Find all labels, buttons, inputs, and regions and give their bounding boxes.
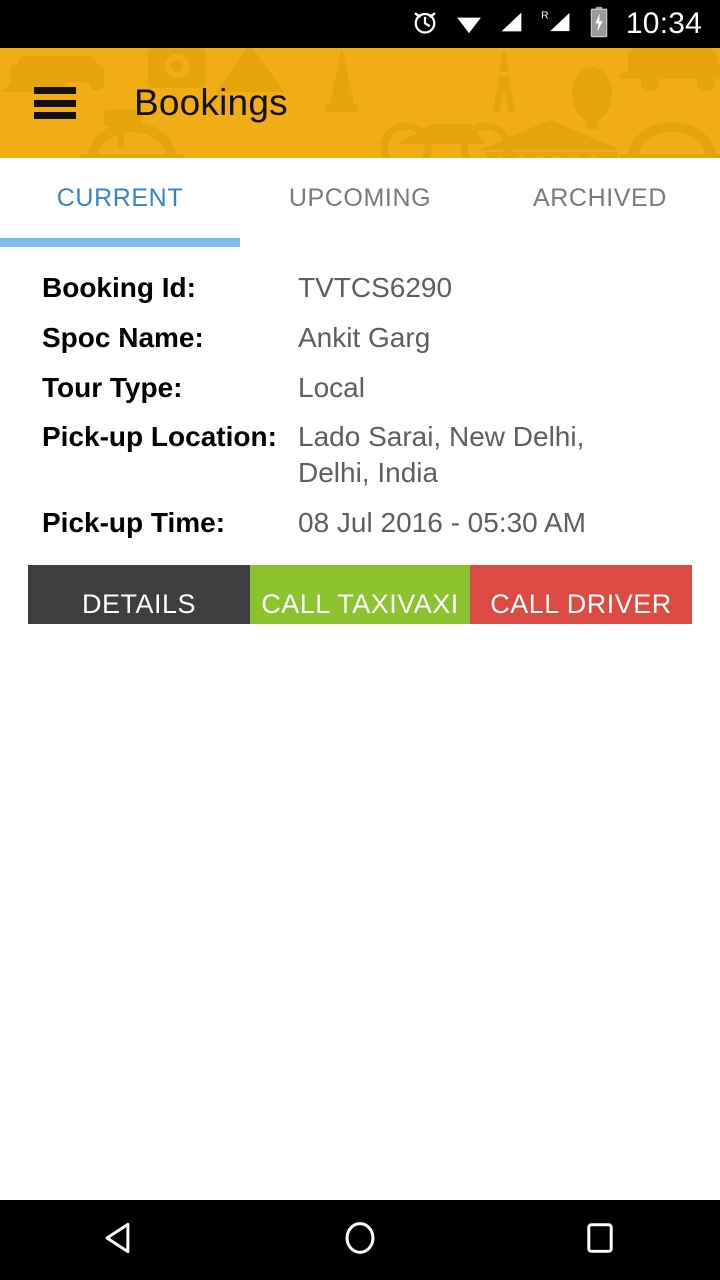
phone-screen: R 10:34 Bookings CURRENT UPCOMING ARCHIV…	[0, 0, 720, 1280]
recents-square-icon	[579, 1217, 621, 1264]
tab-current[interactable]: CURRENT	[0, 158, 240, 238]
status-bar-icons: R	[410, 6, 610, 43]
back-triangle-icon	[99, 1217, 141, 1264]
tab-archived[interactable]: ARCHIVED	[480, 158, 720, 238]
pickup-time-value: 08 Jul 2016 - 05:30 AM	[298, 507, 586, 539]
booking-id-label: Booking Id:	[42, 272, 196, 303]
wifi-icon	[454, 7, 484, 42]
tour-type-value: Local	[298, 371, 365, 403]
booking-row-spoc: Spoc Name: Ankit Garg	[42, 320, 692, 356]
booking-card: Booking Id: TVTCS6290 Spoc Name: Ankit G…	[0, 248, 720, 645]
nav-back-button[interactable]	[60, 1200, 180, 1280]
alarm-clock-icon	[410, 7, 440, 42]
app-bar: Bookings	[0, 48, 720, 158]
hamburger-bar-1	[34, 87, 76, 94]
pickup-time-label: Pick-up Time:	[42, 507, 226, 539]
status-bar: R 10:34	[0, 0, 720, 48]
booking-details-list: Booking Id: TVTCS6290 Spoc Name: Ankit G…	[0, 248, 720, 565]
roaming-signal-icon: R	[540, 7, 574, 42]
cellular-signal-icon	[498, 8, 526, 41]
pickup-location-label: Pick-up Location:	[42, 421, 277, 453]
booking-row-id: Booking Id: TVTCS6290	[42, 270, 692, 306]
battery-charging-icon	[588, 6, 610, 43]
spoc-name-value: Ankit Garg	[298, 321, 431, 353]
booking-id-value: TVTCS6290	[298, 272, 453, 303]
booking-row-pickup-time: Pick-up Time: 08 Jul 2016 - 05:30 AM	[42, 505, 692, 541]
svg-text:R: R	[541, 10, 548, 21]
tab-bar: CURRENT UPCOMING ARCHIVED	[0, 158, 720, 248]
pickup-location-value: Lado Sarai, New Delhi, Delhi, India	[298, 421, 585, 489]
tab-active-indicator	[0, 238, 240, 247]
bookings-list-empty-area	[0, 624, 720, 1200]
tab-upcoming[interactable]: UPCOMING	[240, 158, 480, 238]
spoc-name-label: Spoc Name:	[42, 321, 204, 353]
tour-type-label: Tour Type:	[42, 371, 183, 403]
hamburger-bar-2	[34, 99, 76, 107]
home-circle-icon	[339, 1217, 381, 1264]
status-bar-clock: 10:34	[625, 7, 702, 40]
hamburger-bar-3	[34, 112, 76, 119]
nav-recents-button[interactable]	[540, 1200, 660, 1280]
nav-home-button[interactable]	[300, 1200, 420, 1280]
booking-row-tour-type: Tour Type: Local	[42, 370, 692, 406]
system-navigation-bar	[0, 1200, 720, 1280]
hamburger-menu-icon[interactable]	[34, 87, 76, 119]
page-title: Bookings	[134, 82, 288, 123]
booking-row-pickup-location: Pick-up Location: Lado Sarai, New Delhi,…	[42, 419, 692, 491]
